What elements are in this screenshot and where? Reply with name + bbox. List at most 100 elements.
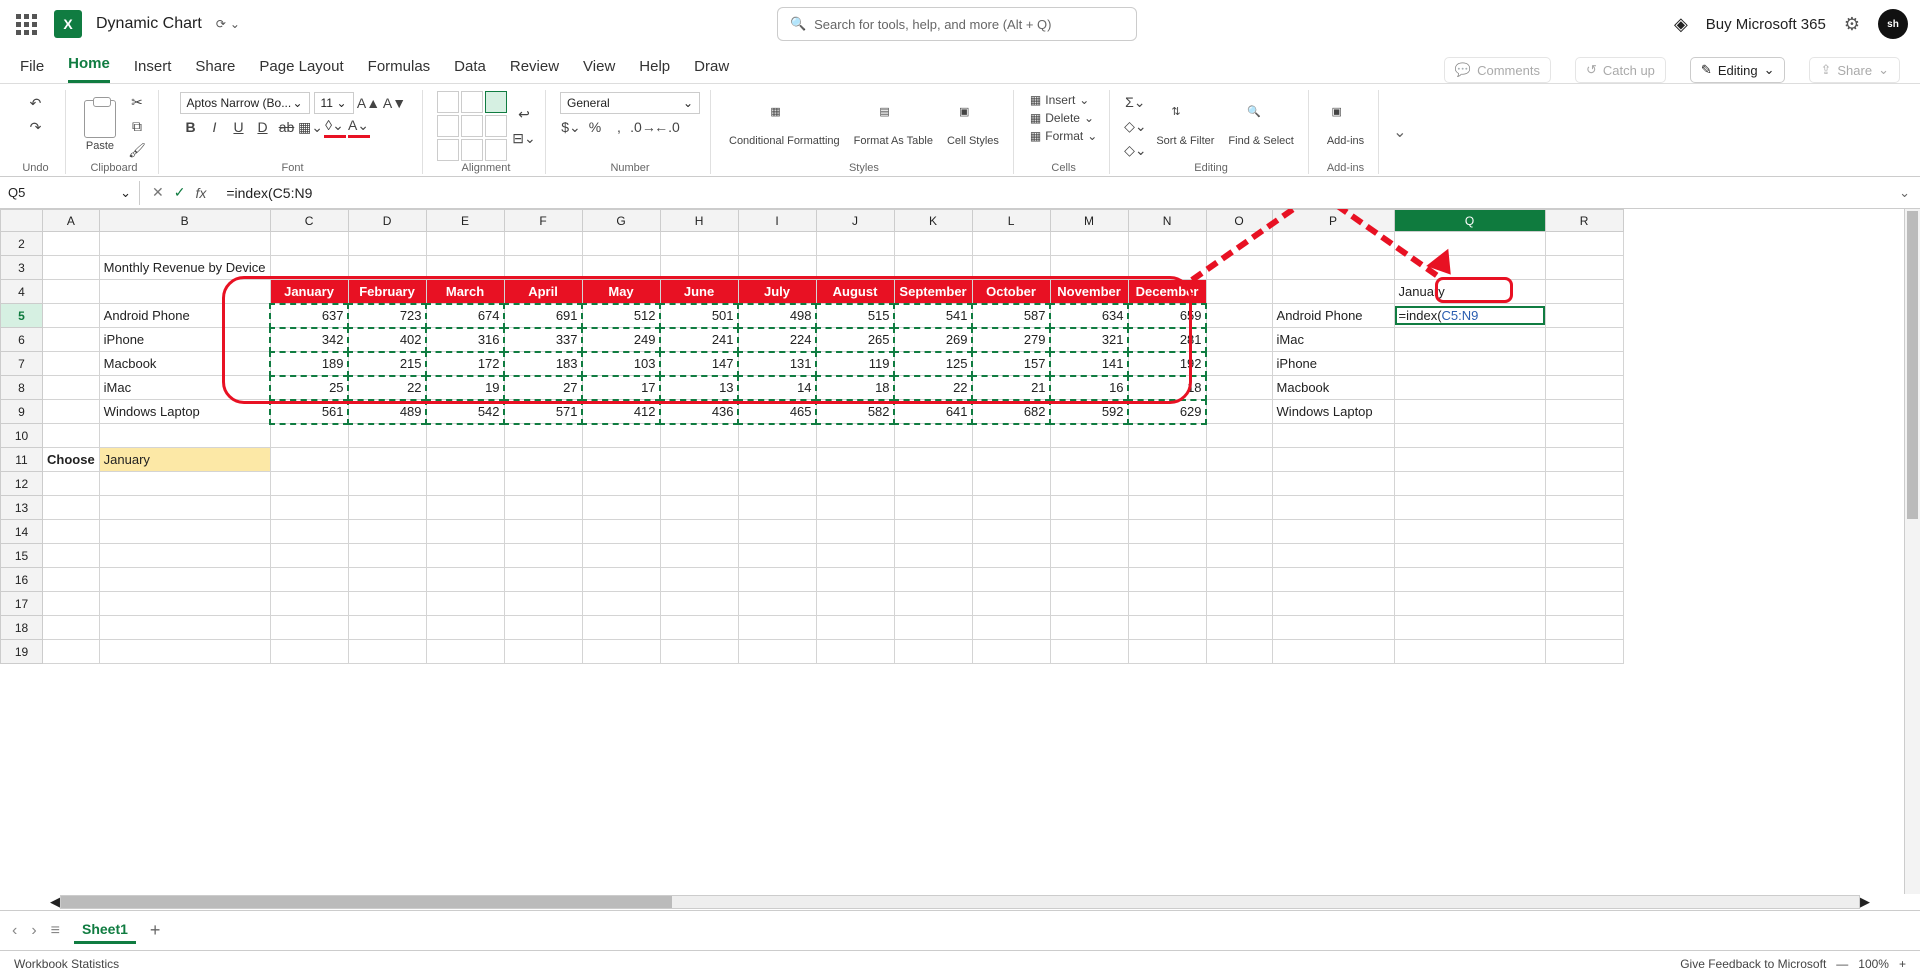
tab-draw[interactable]: Draw (694, 58, 729, 83)
workbook-statistics-link[interactable]: Workbook Statistics (14, 957, 119, 971)
clipboard-icon (84, 100, 116, 138)
conditional-formatting-button[interactable]: ▦Conditional Formatting (725, 103, 844, 149)
double-underline-button[interactable]: D (252, 116, 274, 138)
diamond-icon: ◈ (1674, 14, 1688, 35)
tab-help[interactable]: Help (639, 58, 670, 83)
active-cell-q5[interactable]: =index(C5:N9 (1395, 306, 1545, 325)
bold-button[interactable]: B (180, 116, 202, 138)
group-label-styles: Styles (849, 162, 879, 174)
cloud-saved-icon: ⟳ (216, 17, 226, 31)
document-title[interactable]: Dynamic Chart (96, 15, 202, 33)
redo-button[interactable]: ↷ (25, 116, 47, 138)
tab-share[interactable]: Share (195, 58, 235, 83)
group-label-number: Number (610, 162, 649, 174)
tab-view[interactable]: View (583, 58, 615, 83)
tab-data[interactable]: Data (454, 58, 486, 83)
tab-insert[interactable]: Insert (134, 58, 172, 83)
format-painter-button[interactable]: 🖌 (126, 139, 148, 161)
chevron-down-icon: ⌄ (336, 96, 346, 110)
italic-button[interactable]: I (204, 116, 226, 138)
search-icon: 🔍 (1247, 105, 1275, 133)
pencil-icon: ✎ (1701, 62, 1712, 78)
fill-color-button[interactable]: ◊⌄ (324, 116, 346, 138)
comma-button[interactable]: , (608, 116, 630, 138)
ribbon: ↶ ↷ Undo Paste ✂ ⧉ 🖌 Clipboard Aptos Nar… (0, 84, 1920, 177)
name-box[interactable]: Q5⌄ (0, 181, 140, 205)
chevron-down-icon: ⌄ (120, 185, 131, 201)
borders-button[interactable]: ▦⌄ (300, 116, 322, 138)
editing-mode-button[interactable]: ✎Editing⌄ (1690, 57, 1786, 83)
addins-button[interactable]: ▣Add-ins (1323, 103, 1368, 149)
avatar[interactable]: sh (1878, 9, 1908, 39)
grow-font-button[interactable]: A▲ (358, 92, 380, 114)
font-color-button[interactable]: A⌄ (348, 116, 370, 138)
buy-m365-link[interactable]: Buy Microsoft 365 (1706, 16, 1826, 33)
spreadsheet-grid[interactable]: ABCDEFGHIJKLMNOPQR23Monthly Revenue by D… (0, 209, 1624, 664)
alignment-grid[interactable] (437, 91, 507, 161)
sheet-tab-sheet1[interactable]: Sheet1 (74, 917, 136, 944)
feedback-link[interactable]: Give Feedback to Microsoft (1680, 957, 1826, 971)
cancel-formula-button[interactable]: ✕ (152, 184, 164, 201)
font-name-select[interactable]: Aptos Narrow (Bo...⌄ (180, 92, 310, 114)
accept-formula-button[interactable]: ✓ (174, 184, 186, 201)
comments-button[interactable]: 💬Comments (1444, 57, 1551, 83)
fill-button[interactable]: ◇⌄ (1124, 115, 1146, 137)
find-select-button[interactable]: 🔍Find & Select (1224, 103, 1297, 149)
collapse-ribbon-button[interactable]: ⌄ (1383, 122, 1416, 142)
horizontal-scrollbar[interactable]: ◀▶ (0, 894, 1920, 910)
formula-input[interactable]: =index(C5:N9 (218, 181, 1889, 205)
catch-up-button[interactable]: ↺Catch up (1575, 57, 1666, 83)
zoom-in-button[interactable]: + (1899, 957, 1906, 971)
number-format-select[interactable]: General⌄ (560, 92, 700, 114)
shrink-font-button[interactable]: A▼ (384, 92, 406, 114)
all-sheets-button[interactable]: ≡ (51, 922, 60, 940)
format-cells-button[interactable]: ▦Format⌄ (1028, 128, 1099, 144)
sort-filter-button[interactable]: ⇅Sort & Filter (1152, 103, 1218, 149)
gear-icon[interactable]: ⚙ (1844, 14, 1860, 35)
insert-cells-button[interactable]: ▦Insert⌄ (1028, 92, 1091, 108)
font-size-select[interactable]: 11⌄ (314, 92, 354, 114)
formula-bar: Q5⌄ ✕ ✓ fx =index(C5:N9 ⌄ (0, 177, 1920, 209)
strike-button[interactable]: ab (276, 116, 298, 138)
share-icon: ⇪ (1820, 62, 1831, 78)
group-label-addins: Add-ins (1327, 162, 1364, 174)
vertical-scrollbar[interactable] (1904, 209, 1920, 894)
chevron-down-icon: ⌄ (1878, 62, 1889, 78)
zoom-level[interactable]: 100% (1858, 957, 1889, 971)
currency-button[interactable]: $⌄ (560, 116, 582, 138)
group-label-cells: Cells (1051, 162, 1075, 174)
cut-button[interactable]: ✂ (126, 91, 148, 113)
sheet-prev-button[interactable]: ‹ (12, 922, 17, 940)
clear-button[interactable]: ◇⌄ (1124, 139, 1146, 161)
underline-button[interactable]: U (228, 116, 250, 138)
tab-formulas[interactable]: Formulas (368, 58, 431, 83)
delete-cells-button[interactable]: ▦Delete⌄ (1028, 110, 1096, 126)
table-icon: ▤ (879, 105, 907, 133)
wrap-text-button[interactable]: ↩ (513, 103, 535, 125)
cell-styles-button[interactable]: ▣Cell Styles (943, 103, 1003, 149)
percent-button[interactable]: % (584, 116, 606, 138)
increase-decimal-button[interactable]: .0→ (632, 116, 654, 138)
sheet-next-button[interactable]: › (31, 922, 36, 940)
cond-fmt-icon: ▦ (770, 105, 798, 133)
autosum-button[interactable]: Σ⌄ (1124, 91, 1146, 113)
tab-page-layout[interactable]: Page Layout (259, 58, 343, 83)
paste-button[interactable]: Paste (80, 98, 120, 154)
add-sheet-button[interactable]: + (150, 920, 161, 941)
format-as-table-button[interactable]: ▤Format As Table (850, 103, 937, 149)
save-status[interactable]: ⟳ ⌄ (216, 17, 240, 31)
tab-file[interactable]: File (20, 58, 44, 83)
app-launcher-icon[interactable] (12, 10, 40, 38)
share-button[interactable]: ⇪Share⌄ (1809, 57, 1900, 83)
expand-formula-bar[interactable]: ⌄ (1889, 185, 1920, 201)
tab-home[interactable]: Home (68, 55, 110, 83)
group-alignment: ↩ ⊟⌄ Alignment (427, 90, 546, 174)
merge-button[interactable]: ⊟⌄ (513, 127, 535, 149)
tab-review[interactable]: Review (510, 58, 559, 83)
search-box[interactable]: 🔍 Search for tools, help, and more (Alt … (777, 7, 1137, 41)
undo-button[interactable]: ↶ (25, 92, 47, 114)
group-undo: ↶ ↷ Undo (6, 90, 66, 174)
decrease-decimal-button[interactable]: ←.0 (656, 116, 678, 138)
fx-icon[interactable]: fx (195, 185, 206, 201)
copy-button[interactable]: ⧉ (126, 115, 148, 137)
